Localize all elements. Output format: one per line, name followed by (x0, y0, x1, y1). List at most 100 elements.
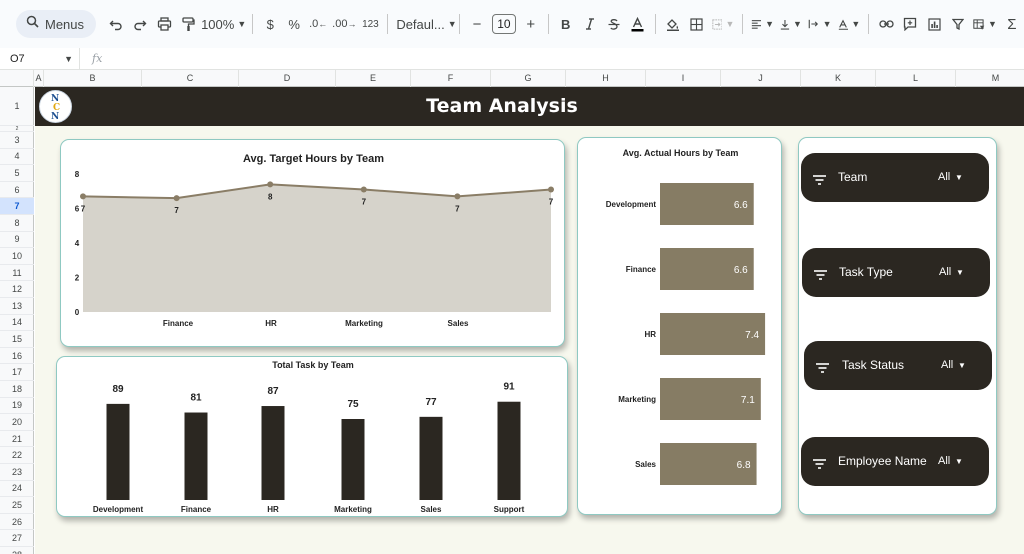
column-header[interactable]: K (801, 70, 876, 87)
bold-button[interactable]: B (554, 10, 578, 38)
column-header[interactable]: A (34, 70, 44, 87)
caret-down-icon: ▼ (955, 173, 963, 182)
percent-format-button[interactable]: % (282, 10, 306, 38)
bar[interactable] (497, 401, 521, 500)
row-header[interactable]: 26 (0, 514, 34, 531)
paint-format-icon[interactable] (176, 10, 200, 38)
column-header[interactable]: F (411, 70, 491, 87)
insert-comment-icon[interactable] (898, 10, 922, 38)
menus-search-button[interactable]: Menus (16, 10, 97, 38)
row-header[interactable]: 27 (0, 530, 34, 547)
data-point[interactable] (548, 186, 554, 193)
currency-format-button[interactable]: $ (258, 10, 282, 38)
zoom-select[interactable]: 100% ▼ (200, 10, 247, 38)
column-header[interactable]: E (336, 70, 411, 87)
text-wrapping-icon[interactable]: ▼ (805, 10, 835, 38)
row-header[interactable]: 7 (0, 198, 34, 215)
avg-target-hours-card[interactable]: Avg. Target Hours by Team 7 7 8 7 7 7 8 6 4 2 0 Fin… (60, 139, 565, 347)
column-header[interactable]: B (44, 70, 142, 87)
toolbar: Menus 100% ▼ $ % .0 ← .00 → 123 Defaul..… (0, 0, 1024, 48)
column-header[interactable]: L (876, 70, 956, 87)
data-point[interactable] (80, 193, 86, 200)
row-header[interactable]: 11 (0, 265, 34, 282)
column-header[interactable]: M (956, 70, 1024, 87)
insert-chart-icon[interactable] (922, 10, 946, 38)
decrease-font-size-button[interactable]: − (465, 10, 489, 38)
bar[interactable] (341, 419, 365, 500)
total-task-card[interactable]: Total Task by Team 89 Development 81 Financ… (56, 356, 568, 517)
sheet-grid[interactable]: Team Analysis N C N Avg. Target Hours by… (35, 87, 1024, 554)
data-point[interactable] (454, 193, 461, 200)
horizontal-align-icon[interactable]: ▼ (748, 10, 777, 38)
area-chart: 7 7 8 7 7 7 8 6 4 2 0 Finance HR Marketing Sales (75, 170, 554, 328)
row-header[interactable]: 15 (0, 331, 34, 348)
row-header[interactable]: 23 (0, 464, 34, 481)
row-header[interactable]: 6 (0, 182, 34, 199)
fill-color-icon[interactable] (661, 10, 685, 38)
font-select[interactable]: Defaul... ▼ (393, 10, 456, 38)
functions-icon[interactable]: Σ (1000, 10, 1024, 38)
row-header[interactable]: 12 (0, 281, 34, 298)
row-header[interactable]: 28 (0, 547, 34, 554)
merge-cells-icon[interactable]: ▼ (709, 10, 738, 38)
font-size-value: 10 (492, 14, 516, 34)
filter-views-icon[interactable]: ▼ (970, 10, 1000, 38)
row-header[interactable]: 8 (0, 215, 34, 232)
font-size-input[interactable]: 10 (489, 10, 519, 38)
italic-icon[interactable] (578, 10, 602, 38)
vertical-align-icon[interactable]: ▼ (777, 10, 805, 38)
row-header[interactable]: 20 (0, 414, 34, 431)
row-header[interactable]: 19 (0, 398, 34, 415)
bar[interactable] (261, 406, 285, 500)
redo-icon[interactable] (128, 10, 152, 38)
bar[interactable] (184, 412, 208, 500)
insert-link-icon[interactable] (874, 10, 898, 38)
text-rotation-icon[interactable]: ▼ (835, 10, 864, 38)
select-all-corner[interactable] (0, 70, 34, 87)
avg-actual-hours-card[interactable]: Avg. Actual Hours by Team 6.6 Development… (577, 137, 782, 515)
slicer-employee-name[interactable]: Employee Name All ▼ (801, 437, 989, 486)
row-header[interactable]: 10 (0, 248, 34, 265)
row-header[interactable]: 17 (0, 364, 34, 381)
column-header[interactable]: G (491, 70, 566, 87)
row-header[interactable]: 13 (0, 298, 34, 315)
data-point[interactable] (267, 181, 274, 188)
filter-icon[interactable] (946, 10, 970, 38)
data-point[interactable] (360, 186, 367, 193)
column-header[interactable]: C (142, 70, 239, 87)
decrease-decimal-button[interactable]: .0 ← (306, 10, 330, 38)
caret-down-icon: ▼ (956, 268, 964, 277)
name-box[interactable]: O7 ▼ (0, 47, 80, 70)
column-header[interactable]: H (566, 70, 646, 87)
row-header[interactable]: 24 (0, 481, 34, 498)
row-header[interactable]: 4 (0, 149, 34, 166)
undo-icon[interactable] (104, 10, 128, 38)
column-header[interactable]: D (239, 70, 336, 87)
row-header[interactable]: 18 (0, 381, 34, 398)
row-header[interactable]: 14 (0, 315, 34, 332)
number-format-button[interactable]: 123 (358, 10, 382, 38)
borders-icon[interactable] (685, 10, 709, 38)
row-header[interactable]: 5 (0, 165, 34, 182)
row-header[interactable]: 3 (0, 132, 34, 149)
increase-decimal-button[interactable]: .00 → (330, 10, 358, 38)
bar[interactable] (419, 416, 443, 500)
row-header[interactable]: 9 (0, 232, 34, 249)
column-header[interactable]: I (646, 70, 721, 87)
row-header[interactable]: 21 (0, 431, 34, 448)
filter-icon (814, 267, 827, 285)
row-header[interactable]: 22 (0, 447, 34, 464)
strikethrough-icon[interactable] (602, 10, 626, 38)
slicer-task-type[interactable]: Task Type All ▼ (802, 248, 990, 297)
increase-font-size-button[interactable]: + (519, 10, 543, 38)
row-header[interactable]: 25 (0, 497, 34, 514)
print-icon[interactable] (152, 10, 176, 38)
data-point[interactable] (173, 195, 180, 202)
chevron-down-icon: ▼ (822, 19, 832, 29)
text-color-icon[interactable] (626, 10, 650, 38)
row-header[interactable]: 16 (0, 348, 34, 365)
bar[interactable] (106, 403, 130, 500)
column-header[interactable]: J (721, 70, 801, 87)
slicer-task-status[interactable]: Task Status All ▼ (804, 341, 992, 390)
slicer-team[interactable]: Team All ▼ (801, 153, 989, 202)
